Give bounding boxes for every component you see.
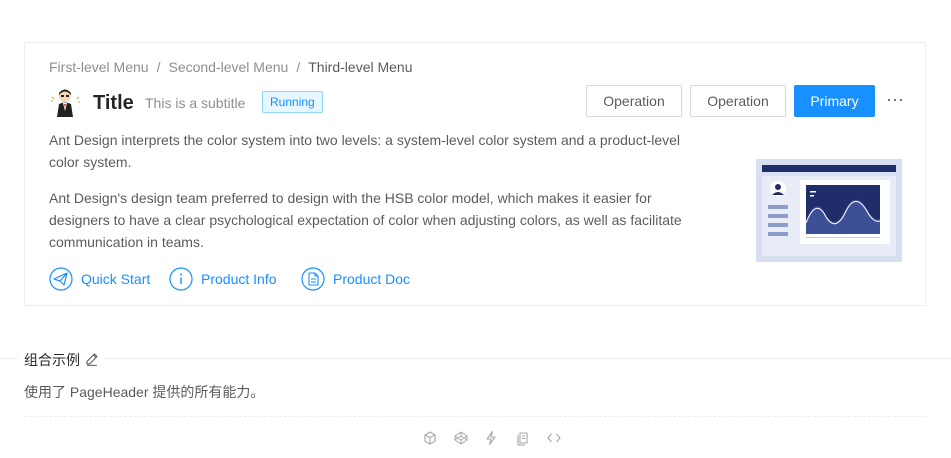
avatar xyxy=(51,89,80,117)
status-tag: Running xyxy=(262,91,323,113)
breadcrumb-separator: / xyxy=(156,59,161,75)
more-icon[interactable]: ··· xyxy=(883,87,907,115)
riddle-icon[interactable] xyxy=(483,430,499,446)
breadcrumb-item-first[interactable]: First-level Menu xyxy=(49,59,149,75)
codesandbox-icon[interactable] xyxy=(422,430,438,446)
code-actions xyxy=(420,430,570,446)
link-label: Quick Start xyxy=(81,271,151,287)
info-icon xyxy=(169,267,193,291)
section-divider xyxy=(0,358,951,359)
product-doc-link[interactable]: Product Doc xyxy=(301,267,421,291)
codepen-icon[interactable] xyxy=(453,430,469,446)
page-subtitle: This is a subtitle xyxy=(145,95,246,111)
breadcrumb-item-current: Third-level Menu xyxy=(308,59,413,75)
section-description: 使用了 PageHeader 提供的所有能力。 xyxy=(24,384,265,400)
operation-button-2[interactable]: Operation xyxy=(690,85,786,117)
breadcrumb-separator: / xyxy=(296,59,301,75)
breadcrumb-item-second[interactable]: Second-level Menu xyxy=(168,59,288,75)
primary-button[interactable]: Primary xyxy=(794,85,875,117)
page-header-demo: First-level Menu / Second-level Menu / Third… xyxy=(24,42,926,306)
doc-icon xyxy=(301,267,325,291)
dashboard-illustration xyxy=(756,159,902,262)
link-label: Product Doc xyxy=(333,271,411,287)
page-title: Title xyxy=(93,92,134,114)
link-label: Product Info xyxy=(201,271,277,287)
dashed-divider xyxy=(24,416,926,417)
send-icon xyxy=(49,267,73,291)
code-expand-icon[interactable] xyxy=(546,430,562,446)
breadcrumb: First-level Menu / Second-level Menu / Third… xyxy=(49,59,413,75)
quick-start-link[interactable]: Quick Start xyxy=(49,267,159,291)
copy-icon[interactable] xyxy=(515,430,531,446)
section-title: 组合示例 xyxy=(24,352,80,368)
operation-button[interactable]: Operation xyxy=(586,85,682,117)
product-info-link[interactable]: Product Info xyxy=(169,267,289,291)
content-paragraph: Ant Design interprets the color system i… xyxy=(49,132,681,170)
content-paragraph-2: Ant Design's design team preferred to de… xyxy=(49,190,682,250)
edit-icon[interactable] xyxy=(85,352,99,366)
